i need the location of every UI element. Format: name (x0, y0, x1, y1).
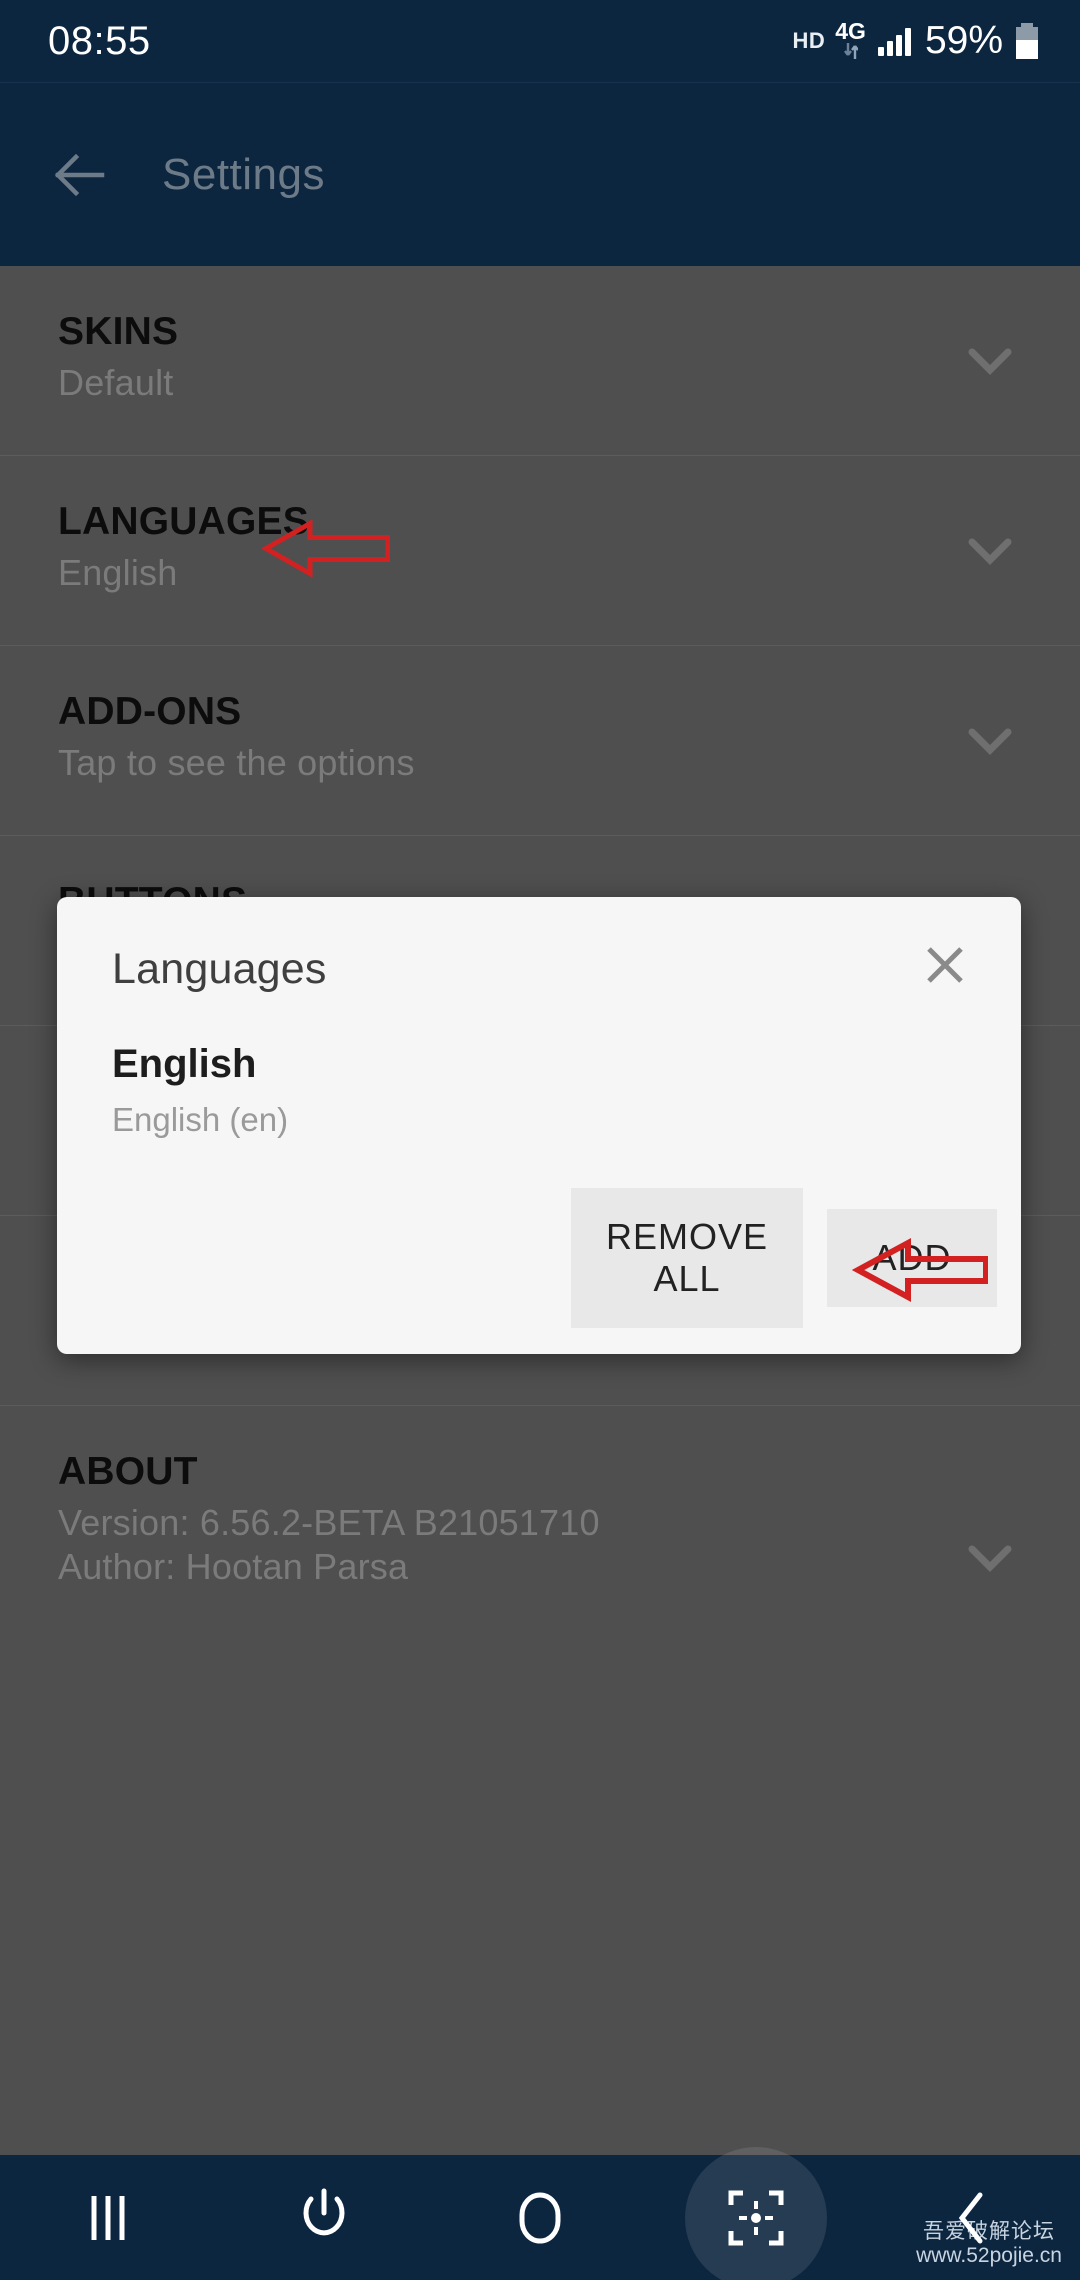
hd-icon: HD (792, 28, 826, 53)
settings-row-about[interactable]: ABOUT Version: 6.56.2-BETA B21051710 Aut… (0, 1406, 1080, 1638)
remove-all-button[interactable]: REMOVE ALL (571, 1188, 803, 1328)
network-type-label: 4G (835, 18, 866, 44)
row-subtitle: Default (58, 362, 174, 403)
dialog-header: Languages (57, 897, 1021, 994)
dialog-title: Languages (112, 945, 327, 993)
chevron-down-icon[interactable] (968, 727, 1012, 755)
navigation-bar: 吾爱破解论坛 www.52pojie.cn (0, 2146, 1080, 2280)
status-icons: HD 4G 59% (792, 0, 1038, 82)
status-clock: 08:55 (48, 18, 151, 63)
left-arrow-annotation (851, 1235, 989, 1310)
chevron-down-icon[interactable] (968, 347, 1012, 375)
data-transfer-arrows (843, 41, 858, 61)
settings-row-languages[interactable]: LANGUAGES English (0, 456, 1080, 646)
language-list-item[interactable]: English English (en) (57, 994, 1021, 1139)
settings-row-skins[interactable]: SKINS Default (0, 266, 1080, 456)
chevron-down-icon[interactable] (968, 537, 1012, 565)
home-icon[interactable] (432, 2155, 648, 2280)
row-title: ABOUT (58, 1450, 198, 1493)
row-subtitle: Tap to see the options (58, 742, 415, 783)
page-title: Settings (162, 149, 325, 199)
network-indicator: 4G (835, 18, 866, 61)
row-title: LANGUAGES (58, 500, 309, 543)
language-name: English (112, 1042, 257, 1086)
arrow-left-icon[interactable] (48, 144, 110, 206)
power-icon[interactable] (216, 2155, 432, 2280)
status-bar: 08:55 HD 4G 59% (0, 0, 1080, 82)
app-header: Settings (0, 82, 1080, 266)
language-code: English (en) (112, 1101, 289, 1138)
recents-icon[interactable] (0, 2155, 216, 2280)
settings-row-addons[interactable]: ADD-ONS Tap to see the options (0, 646, 1080, 836)
phone-screen: 08:55 HD 4G 59% Settings SKINS Default L… (0, 0, 1080, 2280)
chevron-down-icon[interactable] (968, 1544, 1012, 1572)
row-title: ADD-ONS (58, 690, 242, 733)
about-author: Author: Hootan Parsa (58, 1546, 409, 1587)
left-arrow-annotation (260, 517, 391, 584)
close-icon[interactable] (917, 937, 973, 993)
battery-percent-label: 59% (924, 19, 1003, 62)
row-subtitle: English (58, 552, 178, 593)
battery-icon (1016, 23, 1038, 59)
signal-strength-icon (877, 26, 911, 56)
row-title: SKINS (58, 310, 179, 353)
screenshot-icon[interactable] (648, 2146, 864, 2280)
about-version: Version: 6.56.2-BETA B21051710 (58, 1502, 600, 1543)
